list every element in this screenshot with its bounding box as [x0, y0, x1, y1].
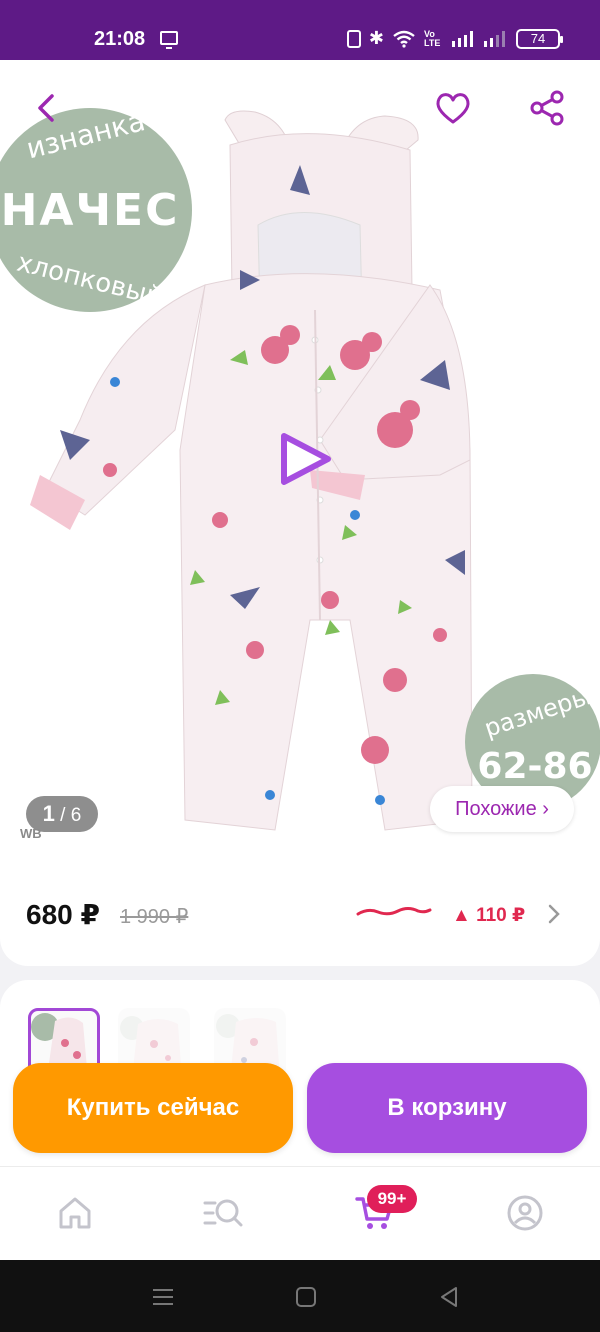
- system-back-icon[interactable]: [436, 1284, 462, 1310]
- price-row[interactable]: 680 ₽ 1 990 ₽ ▲ 110 ₽: [0, 880, 600, 946]
- home-icon[interactable]: [55, 1193, 95, 1233]
- vibrate-icon: [346, 29, 361, 48]
- heart-icon[interactable]: [433, 88, 473, 128]
- fleece-badge: НАЧЕС изнанка хлопковый: [0, 104, 192, 313]
- price-change: ▲ 110 ₽: [452, 905, 526, 926]
- badge-main-text: НАЧЕС: [1, 185, 180, 236]
- product-card: НАЧЕС изнанка хлопковый размеры 62-86 1 …: [0, 60, 600, 966]
- add-to-cart-button[interactable]: В корзину: [307, 1063, 587, 1153]
- bottom-nav: 99+: [0, 1166, 600, 1260]
- volte-indicator: Vo LTE: [424, 28, 441, 48]
- system-home-icon[interactable]: [293, 1284, 319, 1310]
- status-time: 21:08: [94, 28, 146, 50]
- back-icon[interactable]: [28, 88, 68, 128]
- bluetooth-icon: ✱: [368, 28, 384, 48]
- gallery-sep: /: [54, 805, 71, 826]
- screen-cast-icon: [160, 31, 178, 49]
- battery-indicator: 74: [516, 28, 563, 49]
- catalog-search-icon[interactable]: [203, 1193, 243, 1233]
- buy-now-button[interactable]: Купить сейчас: [13, 1063, 293, 1153]
- share-icon[interactable]: [527, 88, 567, 128]
- signal-icon: [452, 30, 476, 47]
- play-icon[interactable]: [276, 432, 334, 486]
- similar-button[interactable]: Похожие ›: [430, 786, 574, 832]
- price-current: 680 ₽: [26, 899, 100, 930]
- system-nav-bar: [0, 1260, 600, 1332]
- recent-apps-icon[interactable]: [150, 1284, 176, 1310]
- status-icons: ✱ Vo LTE 74: [346, 28, 563, 49]
- sizes-range: 62-86: [477, 746, 592, 787]
- status-bar: 21:08 ✱ Vo LTE 74: [0, 0, 600, 60]
- gallery-total: 6: [70, 805, 82, 826]
- wb-watermark: WB: [20, 826, 42, 841]
- price-old: 1 990 ₽: [120, 906, 189, 928]
- signal-icon-2: [484, 30, 508, 47]
- cart-count-badge: 99+: [367, 1185, 417, 1213]
- chevron-right-icon[interactable]: [544, 902, 564, 926]
- profile-icon[interactable]: [505, 1193, 545, 1233]
- price-history-sparkline: [356, 907, 432, 916]
- wifi-icon: [392, 30, 416, 48]
- gallery-current: 1: [42, 801, 55, 826]
